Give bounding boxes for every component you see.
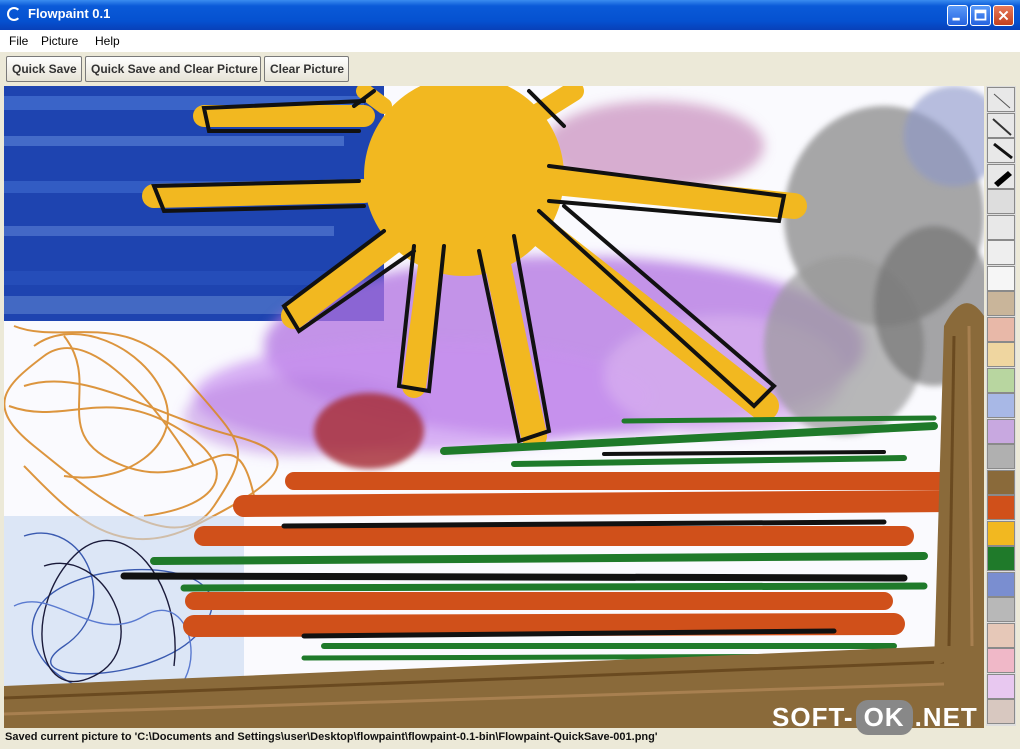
palette-swatch[interactable] bbox=[987, 189, 1015, 214]
marker-icon bbox=[993, 142, 1013, 160]
palette-brush[interactable] bbox=[987, 163, 1015, 189]
palette-swatch[interactable] bbox=[987, 520, 1015, 546]
watermark: SOFT- OK .NET bbox=[772, 700, 978, 744]
palette-swatch[interactable] bbox=[987, 648, 1015, 673]
palette-swatch[interactable] bbox=[987, 393, 1015, 418]
window-title: Flowpaint 0.1 bbox=[28, 6, 111, 21]
quick-save-and-clear-button[interactable]: Quick Save and Clear Picture bbox=[85, 56, 261, 82]
palette-swatch[interactable] bbox=[987, 291, 1015, 316]
close-icon bbox=[998, 10, 1009, 21]
palette-swatch[interactable] bbox=[987, 240, 1015, 265]
palette-swatch[interactable] bbox=[987, 444, 1015, 469]
palette-swatch[interactable] bbox=[987, 597, 1015, 622]
close-button[interactable] bbox=[993, 5, 1014, 26]
pen-icon bbox=[992, 117, 1012, 136]
minimize-icon bbox=[952, 17, 960, 21]
maximize-button[interactable] bbox=[970, 5, 991, 26]
thin-pen-icon bbox=[993, 93, 1011, 109]
maximize-icon bbox=[974, 9, 987, 21]
palette-swatch[interactable] bbox=[987, 571, 1015, 597]
painting bbox=[4, 86, 984, 728]
status-message: Saved current picture to 'C:\Documents a… bbox=[5, 731, 658, 743]
minimize-button[interactable] bbox=[947, 5, 968, 26]
menu-picture[interactable]: Picture bbox=[41, 34, 78, 48]
palette-swatch[interactable] bbox=[987, 699, 1015, 724]
palette-brush[interactable] bbox=[987, 138, 1015, 163]
palette-swatch[interactable] bbox=[987, 342, 1015, 367]
brush-palette bbox=[986, 86, 1016, 726]
app-icon bbox=[7, 7, 21, 21]
palette-swatch[interactable] bbox=[987, 367, 1015, 393]
clear-picture-button[interactable]: Clear Picture bbox=[264, 56, 349, 82]
palette-swatch[interactable] bbox=[987, 469, 1015, 495]
menu-file[interactable]: File bbox=[9, 34, 28, 48]
palette-swatch[interactable] bbox=[987, 495, 1015, 520]
palette-swatch[interactable] bbox=[987, 316, 1015, 342]
horizon-stripes bbox=[120, 415, 965, 661]
wide-brush-icon bbox=[994, 170, 1012, 187]
toolbar: Quick Save Quick Save and Clear Picture … bbox=[0, 52, 1020, 86]
palette-swatch[interactable] bbox=[987, 214, 1015, 240]
palette-brush[interactable] bbox=[987, 112, 1015, 138]
palette-swatch[interactable] bbox=[987, 418, 1015, 444]
watermark-right: .NET bbox=[914, 702, 978, 732]
palette-swatch[interactable] bbox=[987, 265, 1015, 291]
drawing-canvas[interactable] bbox=[4, 86, 984, 728]
palette-swatch[interactable] bbox=[987, 622, 1015, 648]
quick-save-button[interactable]: Quick Save bbox=[6, 56, 82, 82]
red-blob-stroke bbox=[314, 393, 424, 469]
menu-bar: File Picture Help bbox=[0, 30, 1020, 52]
watermark-left: SOFT- bbox=[772, 702, 854, 732]
palette-brush[interactable] bbox=[987, 87, 1015, 112]
palette-swatch[interactable] bbox=[987, 673, 1015, 699]
palette-swatch[interactable] bbox=[987, 546, 1015, 571]
menu-help[interactable]: Help bbox=[95, 34, 120, 48]
title-bar: Flowpaint 0.1 bbox=[0, 0, 1020, 30]
watermark-pill: OK bbox=[855, 700, 913, 735]
